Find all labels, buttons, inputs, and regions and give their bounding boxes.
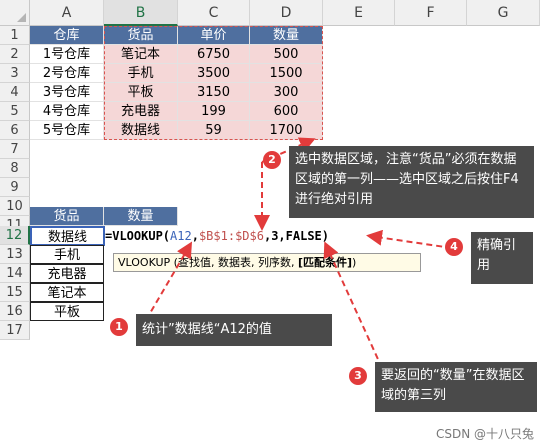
arrow-3 xyxy=(323,241,383,369)
callout-2: 选中数据区域，注意“货品”必须在数据区域的第一列——选中区域之后按住F4进行绝对… xyxy=(289,146,534,218)
callout-4: 精确引用 xyxy=(471,232,533,284)
callout-3: 要返回的“数量”在数据区域的第三列 xyxy=(375,362,537,412)
callout-1: 统计”数据线“A12的值 xyxy=(136,314,332,346)
callout-3-badge: 3 xyxy=(349,367,367,385)
callout-1-badge: 1 xyxy=(110,318,128,336)
watermark: CSDN @十八只兔 xyxy=(435,427,534,441)
arrow-4 xyxy=(366,229,453,249)
callout-2-badge: 2 xyxy=(263,151,281,169)
arrow-1 xyxy=(145,241,193,321)
callout-4-badge: 4 xyxy=(445,238,463,256)
